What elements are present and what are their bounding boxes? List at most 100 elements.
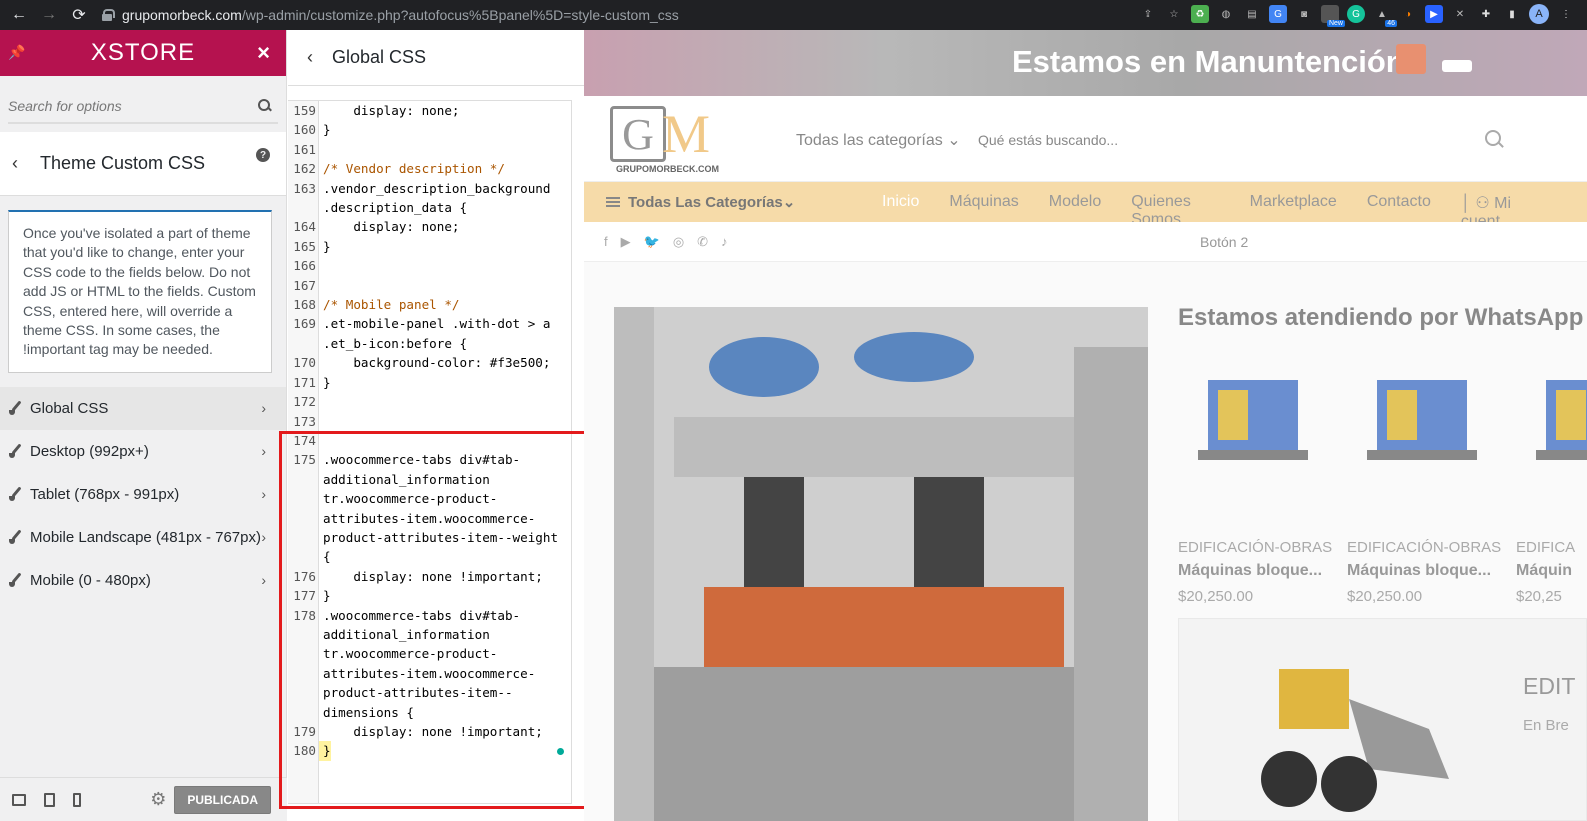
code-line[interactable]: 173: [288, 412, 571, 431]
tiktok-icon[interactable]: ♪: [721, 234, 728, 250]
video-extension-icon[interactable]: ▶: [1425, 5, 1443, 23]
brush-icon: [8, 572, 24, 588]
mobile-preview-icon[interactable]: [73, 792, 81, 807]
code-line[interactable]: dimensions {: [288, 703, 571, 722]
site-logo[interactable]: G M GRUPOMORBECK.COM: [610, 106, 730, 174]
instagram-icon[interactable]: ◎: [673, 234, 684, 250]
code-line[interactable]: 164 display: none;: [288, 217, 571, 236]
code-line[interactable]: .et_b-icon:before {: [288, 334, 571, 353]
share-icon[interactable]: ⇪: [1139, 5, 1157, 23]
chevron-left-icon[interactable]: ‹: [288, 47, 332, 68]
product-name[interactable]: Máquin: [1516, 562, 1587, 580]
code-line[interactable]: .description_data {: [288, 198, 571, 217]
site-search-input[interactable]: Qué estás buscando...: [978, 132, 1118, 148]
product-name[interactable]: Máquinas bloque...: [1178, 562, 1338, 580]
sidepanel-icon[interactable]: ▮: [1503, 5, 1521, 23]
featured-card[interactable]: EDIT En Bre: [1178, 618, 1587, 821]
search-icon[interactable]: [258, 99, 272, 113]
reload-icon[interactable]: ⟳: [64, 0, 94, 30]
close-icon[interactable]: ×: [257, 40, 270, 66]
code-line[interactable]: 160}: [288, 120, 571, 139]
code-line[interactable]: 177}: [288, 586, 571, 605]
code-line[interactable]: attributes-item.woocommerce-: [288, 509, 571, 528]
search-options-input[interactable]: Search for options: [8, 90, 278, 124]
code-text: dimensions {: [323, 704, 414, 720]
menu-item-global-css[interactable]: Global CSS ›: [0, 386, 286, 430]
code-line[interactable]: additional_information: [288, 625, 571, 644]
product-image: [1367, 380, 1477, 460]
code-line[interactable]: 169 .et-mobile-panel .with-dot > a: [288, 314, 571, 333]
product-category: EDIFICACIÓN-OBRAS: [1178, 539, 1333, 556]
twitter-icon[interactable]: 🐦: [644, 234, 660, 250]
code-line[interactable]: {: [288, 547, 571, 566]
hat-extension-icon[interactable]: ▲ 46: [1373, 5, 1397, 27]
code-line[interactable]: 165}: [288, 237, 571, 256]
code-line[interactable]: 167: [288, 276, 571, 295]
code-line[interactable]: 159 display: none;: [288, 101, 571, 120]
code-line[interactable]: 163 .vendor_description_background: [288, 179, 571, 198]
code-line[interactable]: 161: [288, 140, 571, 159]
publish-button[interactable]: PUBLICADA: [174, 785, 271, 814]
code-line[interactable]: 180}: [288, 741, 571, 761]
css-code-editor[interactable]: 159 display: none; 160} 161 162/* Vendor de…: [288, 100, 572, 804]
pin-icon[interactable]: 📌: [8, 44, 25, 61]
code-line[interactable]: 162 /* Vendor description */: [288, 159, 571, 178]
address-bar[interactable]: grupomorbeck.com/wp-admin/customize.php?…: [102, 7, 679, 23]
code-line[interactable]: product-attributes-item--: [288, 683, 571, 702]
recycle-extension-icon[interactable]: ♻: [1191, 5, 1209, 23]
youtube-icon[interactable]: ▶: [621, 234, 631, 250]
grammarly-extension-icon[interactable]: G: [1347, 5, 1365, 23]
code-line[interactable]: 175 .woocommerce-tabs div#tab-: [288, 450, 571, 469]
code-line[interactable]: product-attributes-item--weight: [288, 528, 571, 547]
code-panel-header: ‹ Global CSS: [288, 30, 584, 86]
code-line[interactable]: 168 /* Mobile panel */: [288, 295, 571, 314]
facebook-icon[interactable]: f: [604, 234, 608, 250]
forward-arrow-icon[interactable]: →: [34, 0, 64, 30]
code-line[interactable]: attributes-item.woocommerce-: [288, 664, 571, 683]
all-categories-label: Todas Las Categorías: [628, 193, 783, 211]
back-arrow-icon[interactable]: ←: [4, 0, 34, 30]
categories-dropdown[interactable]: Todas las categorías ⌄: [796, 130, 961, 150]
all-categories-button[interactable]: Todas Las Categorías ⌄: [606, 193, 795, 211]
code-line[interactable]: 172: [288, 392, 571, 411]
clipboard-extension-icon[interactable]: ▤: [1243, 5, 1261, 23]
product-card[interactable]: EDIFICACIÓN-OBRAS Máquinas bloque... $20…: [1178, 360, 1338, 605]
bookmark-star-icon[interactable]: ☆: [1165, 5, 1183, 23]
search-icon[interactable]: [1485, 130, 1503, 148]
code-line[interactable]: additional_information: [288, 470, 571, 489]
camera-extension-icon[interactable]: ◙: [1295, 5, 1313, 23]
code-line[interactable]: tr.woocommerce-product-: [288, 489, 571, 508]
orange-extension-icon[interactable]: ◑: [1399, 5, 1417, 23]
help-icon[interactable]: ?: [256, 148, 270, 162]
menu-item-mobile[interactable]: Mobile (0 - 480px) ›: [0, 559, 286, 602]
globe-extension-icon[interactable]: ◍: [1217, 5, 1235, 23]
product-card[interactable]: EDIFICA Máquin $20,25: [1516, 360, 1587, 605]
line-number: [288, 489, 319, 508]
code-line[interactable]: tr.woocommerce-product-: [288, 644, 571, 663]
gear-icon[interactable]: ⚙: [150, 789, 166, 810]
puzzle-extensions-icon[interactable]: ✚: [1477, 5, 1495, 23]
product-name[interactable]: Máquinas bloque...: [1347, 562, 1507, 580]
profile-avatar[interactable]: A: [1529, 4, 1549, 24]
code-line[interactable]: 178 .woocommerce-tabs div#tab-: [288, 606, 571, 625]
code-line[interactable]: 174: [288, 431, 571, 450]
code-text: additional_information: [323, 471, 490, 487]
dev-extension-icon[interactable]: ✕: [1451, 5, 1469, 23]
code-line[interactable]: 171}: [288, 373, 571, 392]
code-line[interactable]: 179 display: none !important;: [288, 722, 571, 741]
code-line[interactable]: 170 background-color: #f3e500;: [288, 353, 571, 372]
chevron-left-icon[interactable]: ‹: [0, 153, 30, 174]
menu-item-mobile-landscape[interactable]: Mobile Landscape (481px - 767px) ›: [0, 516, 286, 559]
product-card[interactable]: EDIFICACIÓN-OBRAS Máquinas bloque... $20…: [1347, 360, 1507, 605]
code-line[interactable]: 166: [288, 256, 571, 275]
code-line[interactable]: 176 display: none !important;: [288, 567, 571, 586]
menu-dots-icon[interactable]: ⋮: [1557, 5, 1575, 23]
translate-extension-icon[interactable]: G: [1269, 5, 1287, 23]
new-extension-icon[interactable]: New: [1321, 5, 1345, 27]
tablet-preview-icon[interactable]: [44, 792, 55, 807]
desktop-preview-icon[interactable]: [12, 793, 26, 806]
menu-item-desktop[interactable]: Desktop (992px+) ›: [0, 430, 286, 473]
whatsapp-icon[interactable]: ✆: [697, 234, 708, 250]
menu-item-tablet[interactable]: Tablet (768px - 991px) ›: [0, 473, 286, 516]
boton2-link[interactable]: Botón 2: [1200, 234, 1248, 250]
